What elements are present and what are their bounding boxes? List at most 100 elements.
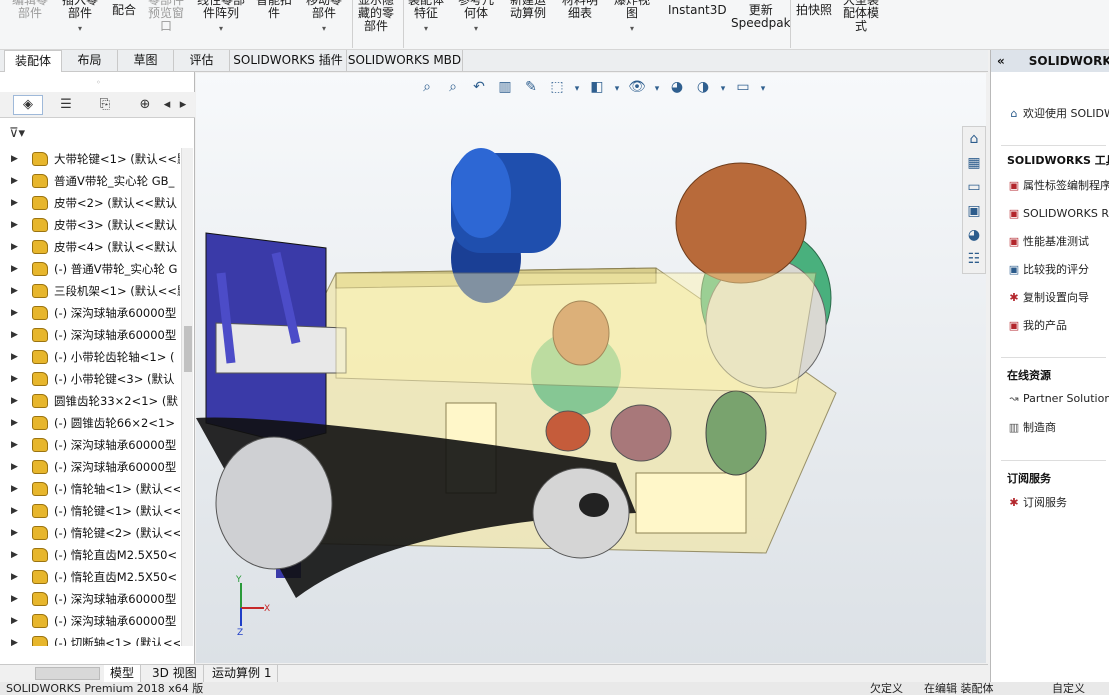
tab-solidworks-addins[interactable]: SOLIDWORKS 插件 — [230, 50, 347, 72]
update-speedpak-button[interactable]: 更新 Speedpak — [731, 4, 791, 30]
tab-scroll-buttons[interactable] — [35, 667, 100, 680]
tool-link[interactable]: ▣ 性能基准测试 — [1005, 233, 1089, 249]
panel-grip-icon[interactable]: ◦ — [96, 78, 101, 87]
custom-properties-icon[interactable]: ☷ — [963, 247, 985, 271]
expand-arrow-icon[interactable]: ▶ — [11, 390, 18, 412]
tree-item[interactable]: ▶ (-) 深沟球轴承60000型 — [0, 588, 180, 610]
expand-arrow-icon[interactable]: ▶ — [11, 280, 18, 302]
tab-solidworks-mbd[interactable]: SOLIDWORKS MBD — [347, 50, 463, 72]
tool-link[interactable]: ▣ SOLIDWORKS Rx — [1005, 207, 1109, 220]
feature-tree-tab-icon[interactable]: ◈ — [13, 95, 43, 115]
tree-item[interactable]: ▶ (-) 惰轮轴<1> (默认<< — [0, 478, 180, 500]
tab-assembly[interactable]: 装配体 — [4, 50, 62, 73]
tab-evaluate[interactable]: 评估 — [174, 50, 230, 72]
linear-pattern-button[interactable]: 线性零部 件阵列 ▾ — [197, 0, 245, 35]
scroll-right-icon[interactable]: ▸ — [176, 95, 190, 115]
expand-arrow-icon[interactable]: ▶ — [11, 368, 18, 390]
tab-motion-study[interactable]: 运动算例 1 — [206, 665, 279, 683]
expand-arrow-icon[interactable]: ▶ — [11, 324, 18, 346]
smart-fasteners-button[interactable]: 智能扣 件 — [256, 0, 292, 20]
scroll-left-icon[interactable]: ◂ — [160, 95, 174, 115]
expand-arrow-icon[interactable]: ▶ — [11, 434, 18, 456]
file-explorer-icon[interactable]: ▭ — [963, 175, 985, 199]
expand-arrow-icon[interactable]: ▶ — [11, 214, 18, 236]
tree-scrollbar[interactable] — [181, 148, 193, 646]
tool-link[interactable]: ▣ 比较我的评分 — [1005, 261, 1089, 277]
tool-link[interactable]: ▣ 我的产品 — [1005, 317, 1067, 333]
expand-arrow-icon[interactable]: ▶ — [11, 258, 18, 280]
tree-item[interactable]: ▶ 皮带<3> (默认<<默认 — [0, 214, 180, 236]
expand-arrow-icon[interactable]: ▶ — [11, 236, 18, 258]
tree-item[interactable]: ▶ (-) 深沟球轴承60000型 — [0, 456, 180, 478]
expand-arrow-icon[interactable]: ▶ — [11, 412, 18, 434]
insert-component-button[interactable]: 插入零 部件 ▾ — [62, 0, 98, 35]
tree-item[interactable]: ▶ 皮带<2> (默认<<默认 — [0, 192, 180, 214]
assembly-features-button[interactable]: 装配体 特征 ▾ — [408, 0, 444, 35]
tree-item[interactable]: ▶ (-) 惰轮直齿M2.5X50< — [0, 566, 180, 588]
tree-item[interactable]: ▶ (-) 惰轮键<1> (默认<< — [0, 500, 180, 522]
tree-item[interactable]: ▶ 皮带<4> (默认<<默认 — [0, 236, 180, 258]
tab-layout[interactable]: 布局 — [62, 50, 118, 72]
design-library-icon[interactable]: ▦ — [963, 151, 985, 175]
tree-item[interactable]: ▶ (-) 普通V带轮_实心轮 G — [0, 258, 180, 280]
expand-arrow-icon[interactable]: ▶ — [11, 346, 18, 368]
property-manager-tab-icon[interactable]: ☰ — [51, 95, 81, 115]
move-component-button[interactable]: 移动零 部件 ▾ — [306, 0, 342, 35]
edit-component-button[interactable]: 编辑零 部件 — [12, 0, 48, 20]
tree-item[interactable]: ▶ (-) 深沟球轴承60000型 — [0, 302, 180, 324]
expand-arrow-icon[interactable]: ▶ — [11, 566, 18, 588]
tree-item[interactable]: ▶ (-) 惰轮直齿M2.5X50< — [0, 544, 180, 566]
tree-item[interactable]: ▶ (-) 深沟球轴承60000型 — [0, 434, 180, 456]
tree-item[interactable]: ▶ 大带轮键<1> (默认<<默 — [0, 148, 180, 170]
take-snapshot-button[interactable]: 拍快照 — [796, 4, 832, 17]
welcome-link[interactable]: ⌂ 欢迎使用 SOLIDWORKS — [1005, 105, 1109, 121]
scrollbar-thumb[interactable] — [184, 326, 192, 372]
tree-item[interactable]: ▶ (-) 深沟球轴承60000型 — [0, 610, 180, 632]
tab-sketch[interactable]: 草图 — [118, 50, 174, 72]
show-hidden-components-button[interactable]: 显示隐 藏的零 部件 — [358, 0, 394, 33]
online-link[interactable]: ↝ Partner Solutions — [1005, 392, 1109, 405]
exploded-view-button[interactable]: 爆炸视 图 ▾ — [614, 0, 650, 35]
tree-item[interactable]: ▶ 三段机架<1> (默认<<默 — [0, 280, 180, 302]
tree-item[interactable]: ▶ (-) 小带轮齿轮轴<1> ( — [0, 346, 180, 368]
expand-arrow-icon[interactable]: ▶ — [11, 522, 18, 544]
filter-icon[interactable]: ⊽▾ — [9, 126, 25, 141]
collapse-icon[interactable]: « — [997, 54, 1005, 68]
component-preview-button[interactable]: 零部件 预览窗 口 — [148, 0, 184, 33]
tree-item[interactable]: ▶ (-) 小带轮键<3> (默认 — [0, 368, 180, 390]
reference-geometry-button[interactable]: 参考几 何体 ▾ — [458, 0, 494, 35]
tree-item[interactable]: ▶ 普通V带轮_实心轮 GB_ — [0, 170, 180, 192]
expand-arrow-icon[interactable]: ▶ — [11, 148, 18, 170]
tree-item[interactable]: ▶ (-) 圆锥齿轮66×2<1> — [0, 412, 180, 434]
view-palette-icon[interactable]: ▣ — [963, 199, 985, 223]
expand-arrow-icon[interactable]: ▶ — [11, 544, 18, 566]
tree-item[interactable]: ▶ (-) 切断轴<1> (默认<< — [0, 632, 180, 646]
configuration-manager-tab-icon[interactable]: ⎘ — [90, 95, 120, 115]
expand-arrow-icon[interactable]: ▶ — [11, 588, 18, 610]
bill-of-materials-button[interactable]: 材料明 细表 — [562, 0, 598, 20]
expand-arrow-icon[interactable]: ▶ — [11, 192, 18, 214]
new-motion-study-button[interactable]: 新建运 动算例 — [510, 0, 546, 20]
expand-arrow-icon[interactable]: ▶ — [11, 456, 18, 478]
expand-arrow-icon[interactable]: ▶ — [11, 302, 18, 324]
units-status[interactable]: 自定义 — [1052, 682, 1085, 695]
tab-model[interactable]: 模型 — [104, 665, 142, 683]
expand-arrow-icon[interactable]: ▶ — [11, 478, 18, 500]
subscription-link[interactable]: ✱ 订阅服务 — [1005, 494, 1067, 510]
appearances-icon[interactable]: ◕ — [963, 223, 985, 247]
tree-item[interactable]: ▶ (-) 深沟球轴承60000型 — [0, 324, 180, 346]
graphics-area[interactable]: ⌕⌕↶▥✎⬚▾◧▾👁▾◕◑▾▭▾ ◫ ◫ – ❐ ✕ — [196, 73, 986, 663]
tab-3d-view[interactable]: 3D 视图 — [146, 665, 204, 683]
tool-link[interactable]: ✱ 复制设置向导 — [1005, 289, 1089, 305]
expand-arrow-icon[interactable]: ▶ — [11, 610, 18, 632]
tree-item[interactable]: ▶ (-) 惰轮键<2> (默认<< — [0, 522, 180, 544]
home-icon[interactable]: ⌂ — [963, 127, 985, 151]
dimxpert-tab-icon[interactable]: ⊕ — [130, 95, 160, 115]
tree-item[interactable]: ▶ 圆锥齿轮33×2<1> (默 — [0, 390, 180, 412]
large-assembly-mode-button[interactable]: 大型装 配体模 式 — [843, 0, 879, 33]
expand-arrow-icon[interactable]: ▶ — [11, 500, 18, 522]
online-link[interactable]: ▥ 制造商 — [1005, 419, 1056, 435]
expand-arrow-icon[interactable]: ▶ — [11, 632, 18, 646]
mate-button[interactable]: 配合 — [112, 4, 136, 17]
instant3d-button[interactable]: Instant3D — [668, 4, 727, 17]
